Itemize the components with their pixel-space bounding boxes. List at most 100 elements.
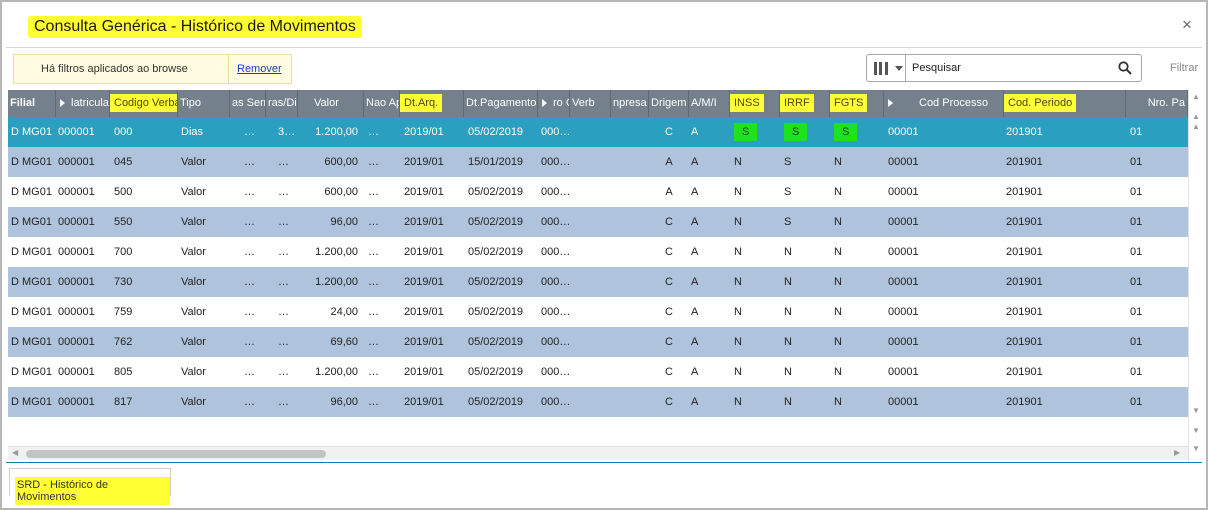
table-cell: 1.200,00	[315, 276, 358, 288]
column-header[interactable]: FGTS	[830, 90, 884, 117]
table-cell	[611, 147, 649, 177]
table-cell: C	[665, 216, 673, 228]
table-cell: Valor	[181, 366, 206, 378]
table-cell: N	[734, 246, 742, 258]
table-cell: N	[784, 276, 792, 288]
table-cell: …	[244, 396, 255, 408]
table-cell: 000001	[58, 246, 95, 258]
table-cell: …	[278, 336, 289, 348]
table-cell	[570, 387, 611, 417]
column-header[interactable]: Filial	[8, 90, 56, 117]
scroll-left-icon[interactable]: ◀	[12, 448, 18, 457]
table-cell: 000001	[58, 366, 95, 378]
table-cell: …	[368, 336, 379, 348]
table-cell: …	[244, 216, 255, 228]
column-header[interactable]: INSS	[730, 90, 780, 117]
column-header[interactable]: Codigo Verba	[110, 90, 178, 117]
table-row[interactable]: D MG01 000001 045 Valor … … 600,00 … 2019/01 15/0…	[8, 147, 1188, 177]
table-cell: C	[665, 126, 673, 138]
table-cell: 05/02/2019	[468, 186, 524, 198]
table-row[interactable]: D MG01 000001 000 Dias … 3… 1.200,00 … 2019/01 05…	[8, 117, 1188, 147]
table-cell: 201901	[1006, 366, 1043, 378]
table-row[interactable]: D MG01 000001 762 Valor … … 69,60 … 2019/01 05/02…	[8, 327, 1188, 357]
table-cell: 500	[114, 186, 133, 198]
column-header[interactable]: IRRF	[780, 90, 830, 117]
table-cell: 550	[114, 216, 133, 228]
table-cell: N	[734, 366, 742, 378]
column-header[interactable]: as Sem	[230, 90, 266, 117]
columns-icon	[874, 62, 888, 75]
table-cell: 05/02/2019	[468, 396, 524, 408]
column-header[interactable]: Tipo	[178, 90, 230, 117]
scroll-page-down-icon[interactable]: ▼	[1191, 426, 1201, 436]
table-row[interactable]: D MG01 000001 759 Valor … … 24,00 … 2019/01 05/02…	[8, 297, 1188, 327]
scrollbar-thumb[interactable]	[26, 450, 326, 458]
column-header[interactable]: Nro. Pa	[1126, 90, 1188, 117]
column-header-label: Verb	[572, 97, 595, 109]
table-cell: 2019/01	[404, 246, 444, 258]
column-header[interactable]: ro Cq.	[538, 90, 570, 117]
table-cell: …	[244, 246, 255, 258]
table-cell: 01	[1130, 336, 1143, 348]
table-cell: 000…	[541, 126, 570, 138]
column-header[interactable]: A/M/I	[689, 90, 730, 117]
scroll-bottom-icon[interactable]: ▼	[1191, 444, 1201, 454]
table-cell: 730	[114, 276, 133, 288]
table-cell	[611, 117, 649, 147]
table-cell: 201901	[1006, 186, 1043, 198]
scroll-right-icon[interactable]: ▶	[1174, 448, 1180, 457]
filter-button[interactable]: Filtrar	[1170, 62, 1198, 74]
table-cell: Valor	[181, 186, 206, 198]
table-cell: …	[244, 366, 255, 378]
table-row[interactable]: D MG01 000001 730 Valor … … 1.200,00 … 2019/01 05…	[8, 267, 1188, 297]
table-cell: 05/02/2019	[468, 366, 524, 378]
column-header[interactable]: Verb	[570, 90, 611, 117]
column-header[interactable]: Dt.Arq.	[400, 90, 464, 117]
horizontal-scrollbar[interactable]: ◀ ▶	[8, 446, 1188, 460]
expand-arrow-icon[interactable]	[888, 99, 893, 108]
table-cell: A	[691, 216, 699, 228]
table-cell: Valor	[181, 336, 206, 348]
search-input[interactable]	[905, 54, 1142, 82]
table-cell: Dias	[181, 126, 204, 138]
table-row[interactable]: D MG01 000001 817 Valor … … 96,00 … 2019/01 05/02…	[8, 387, 1188, 417]
table-cell: 15/01/2019	[468, 156, 524, 168]
table-row[interactable]: D MG01 000001 805 Valor … … 1.200,00 … 2019/01 05…	[8, 357, 1188, 387]
column-header[interactable]: Drigem	[649, 90, 689, 117]
columns-selector-button[interactable]	[866, 54, 906, 82]
column-header-label: Drigem	[651, 97, 687, 109]
remove-filter-link[interactable]: Remover	[237, 63, 282, 75]
scroll-top-icon[interactable]: ▲	[1191, 92, 1201, 102]
column-header[interactable]: Cod Processo	[884, 90, 1004, 117]
scroll-up-icon[interactable]: ▲	[1191, 122, 1201, 132]
close-icon[interactable]: ×	[1178, 16, 1196, 34]
grid-header: Filial latricula Codigo Verba Tipo as Sem ras…	[8, 90, 1188, 117]
expand-arrow-icon[interactable]	[60, 99, 65, 108]
table-row[interactable]: D MG01 000001 550 Valor … … 96,00 … 2019/01 05/02…	[8, 207, 1188, 237]
column-header[interactable]: Dt.Pagamento	[464, 90, 538, 117]
scroll-page-up-icon[interactable]: ▲	[1191, 112, 1201, 122]
column-header[interactable]: Valor	[298, 90, 364, 117]
table-cell: …	[278, 246, 289, 258]
column-header[interactable]: Nao Ap	[364, 90, 400, 117]
vertical-scrollbar[interactable]: ▲ ▲ ▲ ▼ ▼ ▼	[1188, 90, 1202, 462]
table-cell: …	[278, 186, 289, 198]
table-cell: 762	[114, 336, 133, 348]
search-icon[interactable]	[1118, 61, 1132, 75]
table-cell: 2019/01	[404, 336, 444, 348]
column-header[interactable]: Cod. Periodo	[1004, 90, 1126, 117]
scroll-down-icon[interactable]: ▼	[1191, 406, 1201, 416]
expand-arrow-icon[interactable]	[542, 99, 547, 108]
table-cell: N	[834, 366, 842, 378]
table-cell: A	[691, 396, 699, 408]
tab-srd-historico[interactable]: SRD - Histórico de Movimentos	[9, 468, 171, 505]
column-header[interactable]: ras/Dia	[266, 90, 298, 117]
table-cell: 000…	[541, 216, 570, 228]
table-row[interactable]: D MG01 000001 500 Valor … … 600,00 … 2019/01 05/0…	[8, 177, 1188, 207]
column-header[interactable]: npresa	[611, 90, 649, 117]
table-row[interactable]: D MG01 000001 700 Valor … … 1.200,00 … 2019/01 05…	[8, 237, 1188, 267]
table-cell: 00001	[888, 396, 919, 408]
column-header[interactable]: latricula	[56, 90, 110, 117]
table-cell	[570, 117, 611, 147]
table-cell: 96,00	[330, 396, 358, 408]
